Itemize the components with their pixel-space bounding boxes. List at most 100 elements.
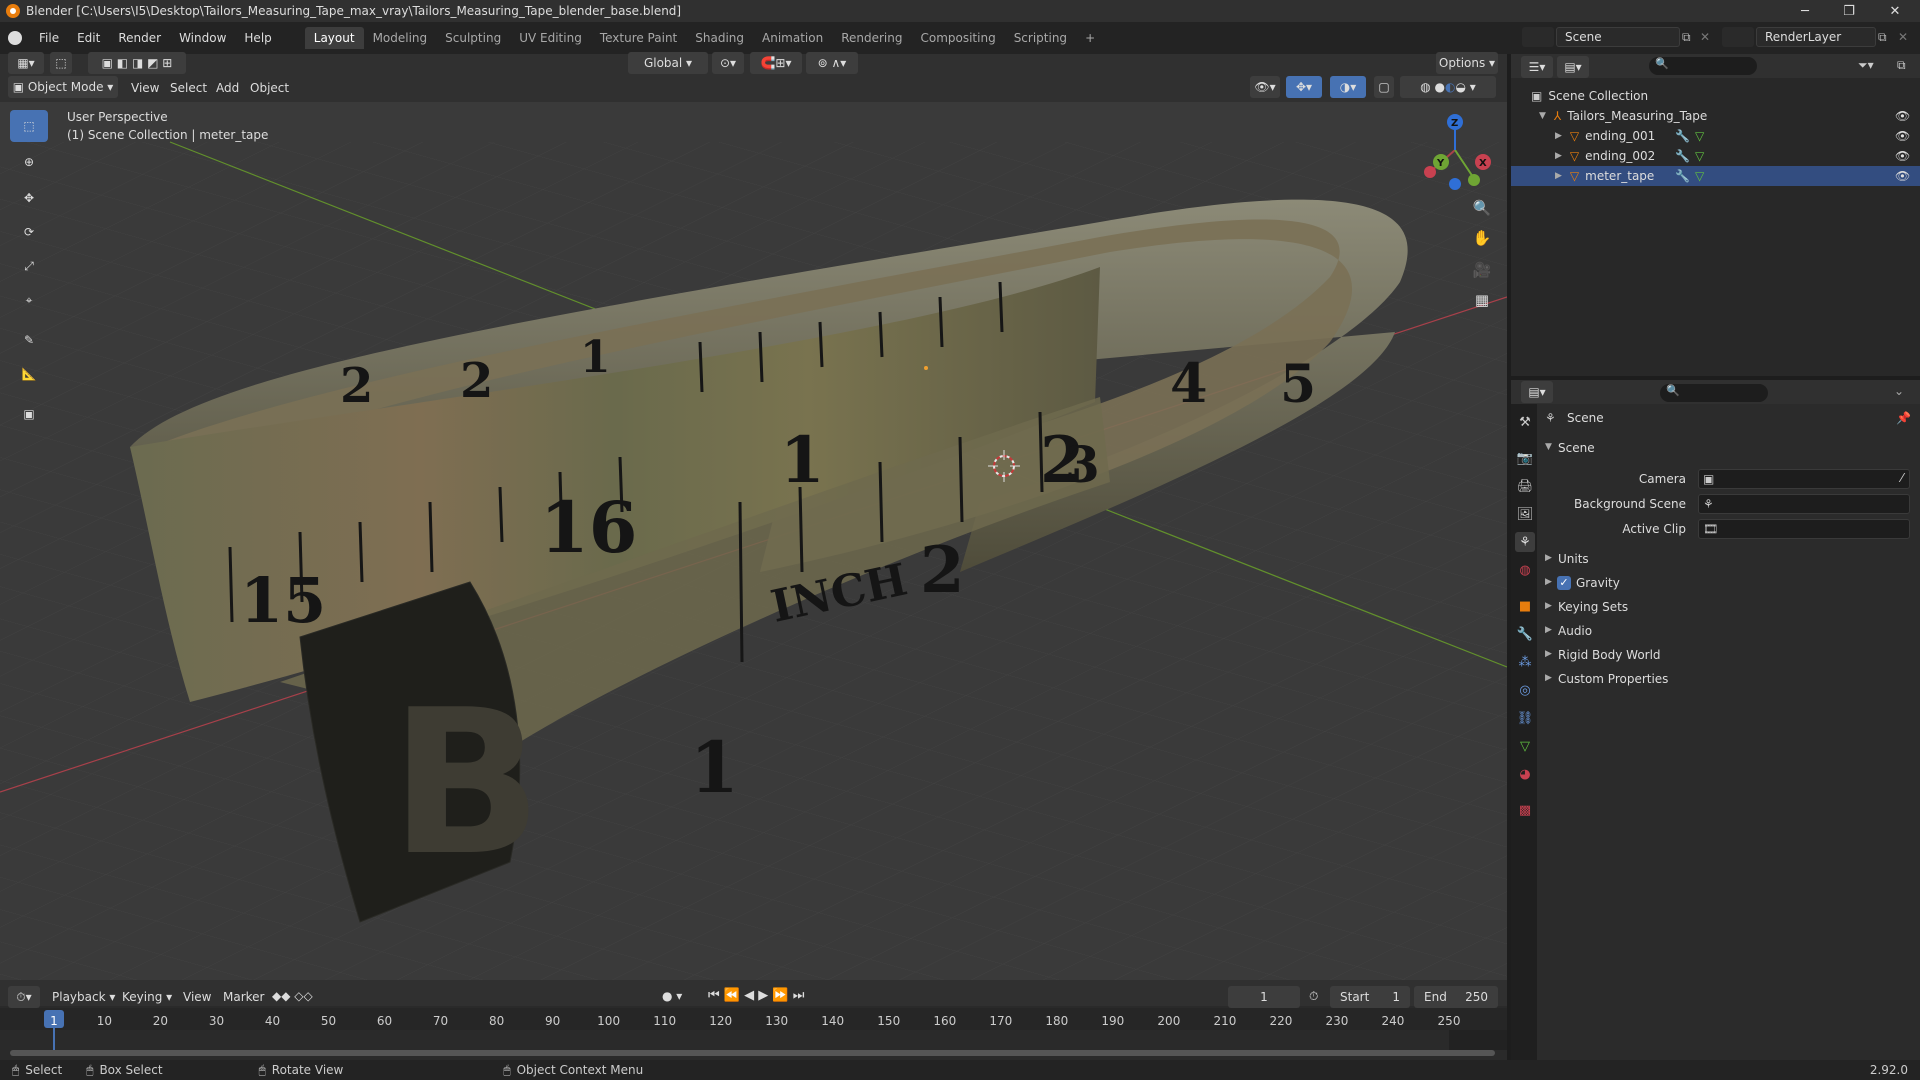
transform-orientation-dropdown[interactable]: Global ▾ [628,52,708,74]
shading-mode-icons[interactable]: ◍ ● ◐ ◒ ▾ [1400,76,1496,98]
overlay-toggle-icon[interactable]: ◑▾ [1330,76,1366,98]
viewlayer-name-field[interactable]: RenderLayer [1756,27,1876,47]
current-frame-field[interactable]: 1 [1228,986,1300,1008]
outliner-row-scene-collection[interactable]: ▣ Scene Collection [1511,86,1920,106]
subpanel-arrow-icon[interactable]: ▶ [1545,601,1552,611]
tab-animation[interactable]: Animation [753,27,832,49]
add-workspace-button[interactable]: + [1076,27,1104,49]
close-button[interactable]: ✕ [1872,0,1918,22]
gravity-subpanel[interactable]: Gravity [1576,576,1620,590]
background-scene-field[interactable]: ⚘ [1698,494,1910,514]
menu-edit[interactable]: Edit [68,27,109,49]
camera-field[interactable]: ▣ ⁄ [1698,469,1910,489]
timeline-menu-playback[interactable]: Playback ▾ [52,990,115,1004]
camera-view-icon[interactable]: 🎥 [1468,256,1496,284]
new-collection-icon[interactable]: ⧉ [1897,58,1906,73]
outliner-row-object[interactable]: ▶ ▽ ending_001 🔧 ▽ 👁 [1511,126,1920,146]
particles-tab-icon[interactable]: ⁂ [1515,652,1535,672]
visibility-eye-icon[interactable]: 👁 [1895,149,1910,163]
ortho-grid-icon[interactable]: ▦ [1468,286,1496,314]
3d-viewport[interactable]: 15 16 1 INCH 1 2 2 3 4 5 2 2 1 B Z X Y U… [0,102,1507,980]
tab-scripting[interactable]: Scripting [1005,27,1076,49]
delete-scene-icon[interactable]: ✕ [1700,30,1710,44]
tab-modeling[interactable]: Modeling [364,27,437,49]
timeline-menu-keying[interactable]: Keying ▾ [122,990,172,1004]
rigid-body-world-subpanel[interactable]: Rigid Body World [1558,648,1661,662]
timeline-scrollbar[interactable] [10,1050,1495,1056]
scene-name-field[interactable]: Scene [1556,27,1680,47]
modifier-wrench-icon[interactable]: 🔧 [1675,149,1690,163]
modifier-tab-icon[interactable]: 🔧 [1515,624,1535,644]
pan-hand-icon[interactable]: ✋ [1468,224,1496,252]
visibility-eye-icon[interactable]: 👁 [1895,169,1910,183]
outliner-search-field[interactable]: 🔍 [1649,57,1757,75]
tool-tab-icon[interactable]: ⚒ [1515,412,1535,432]
mode-dropdown[interactable]: ▣ Object Mode ▾ [8,76,118,98]
menu-file[interactable]: File [30,27,68,49]
pivot-point-icon[interactable]: ⊙▾ [712,52,744,74]
mesh-data-icon[interactable]: ▽ [1695,149,1704,163]
outliner-filter-icon[interactable]: ⏷▾ [1858,58,1874,73]
subpanel-arrow-icon[interactable]: ▶ [1545,577,1552,587]
scene-tab-icon[interactable]: ⚘ [1515,532,1535,552]
measure-tool-icon[interactable]: 📐 [10,358,48,390]
outliner-row-collection[interactable]: ▼ ⅄ Tailors_Measuring_Tape 👁 [1511,106,1920,126]
new-viewlayer-icon[interactable]: ⧉ [1878,30,1887,45]
visibility-eye-icon[interactable]: 👁 [1895,129,1910,143]
minimize-button[interactable]: ─ [1782,0,1828,22]
start-frame-field[interactable]: Start 1 [1330,986,1410,1008]
output-tab-icon[interactable]: 🖨 [1515,476,1535,496]
viewport-menu-object[interactable]: Object [250,81,289,95]
units-subpanel[interactable]: Units [1558,552,1589,566]
audio-subpanel[interactable]: Audio [1558,624,1592,638]
transform-tool-icon[interactable]: ⌖ [10,284,48,316]
viewport-menu-select[interactable]: Select [170,81,207,95]
timeline-menu-view[interactable]: View [183,990,211,1004]
keyframe-icons[interactable]: ◆◆ ◇◇ [272,989,313,1003]
tab-layout[interactable]: Layout [304,27,364,49]
annotate-tool-icon[interactable]: ✎ [10,324,48,356]
editor-type-icon[interactable]: ▦▾ [8,52,44,74]
select-tool-icon[interactable]: ⬚ [50,52,72,74]
outliner-row-object-active[interactable]: ▶ ▽ meter_tape 🔧 ▽ 👁 [1511,166,1920,186]
xray-toggle-icon[interactable]: ▢ [1374,76,1394,98]
subpanel-arrow-icon[interactable]: ▶ [1545,553,1552,563]
menu-render[interactable]: Render [109,27,170,49]
scale-tool-icon[interactable]: ⤢ [10,250,48,282]
tab-rendering[interactable]: Rendering [832,27,911,49]
rotate-tool-icon[interactable]: ⟳ [10,216,48,248]
properties-options-icon[interactable]: ⌄ [1894,384,1904,398]
new-scene-icon[interactable]: ⧉ [1682,30,1691,45]
world-tab-icon[interactable]: ◍ [1515,560,1535,580]
modifier-wrench-icon[interactable]: 🔧 [1675,169,1690,183]
cursor-tool-icon[interactable]: ⊕ [10,146,48,178]
view-layer-tab-icon[interactable]: 🖼 [1515,504,1535,524]
maximize-button[interactable]: ❐ [1826,0,1872,22]
scene-panel-title[interactable]: Scene [1558,441,1595,455]
pin-icon[interactable]: 📌 [1896,411,1911,425]
expand-arrow-icon[interactable]: ▼ [1539,111,1546,121]
custom-properties-subpanel[interactable]: Custom Properties [1558,672,1668,686]
subpanel-arrow-icon[interactable]: ▶ [1545,649,1552,659]
playback-controls-icons[interactable]: ⏮ ⏪ ◀ ▶ ⏩ ⏭ [708,988,804,1003]
object-tab-icon[interactable]: ■ [1515,596,1535,616]
material-tab-icon[interactable]: ◕ [1515,764,1535,784]
tab-texture-paint[interactable]: Texture Paint [591,27,686,49]
zoom-icon[interactable]: 🔍 [1468,194,1496,222]
tab-uv-editing[interactable]: UV Editing [510,27,591,49]
tab-sculpting[interactable]: Sculpting [436,27,510,49]
keying-sets-subpanel[interactable]: Keying Sets [1558,600,1628,614]
timeline-editor-type-icon[interactable]: ⏱▾ [8,986,40,1008]
physics-tab-icon[interactable]: ◎ [1515,680,1535,700]
visibility-eye-icon[interactable]: 👁 [1895,109,1910,123]
mesh-data-icon[interactable]: ▽ [1695,169,1704,183]
blender-menu-icon[interactable] [0,31,30,45]
mesh-data-icon[interactable]: ▽ [1695,129,1704,143]
constraints-tab-icon[interactable]: ⛓ [1515,708,1535,728]
select-box-tool-icon[interactable]: ⬚ [10,110,48,142]
viewport-menu-add[interactable]: Add [216,81,239,95]
gravity-checkbox[interactable]: ✓ [1557,576,1571,590]
viewport-menu-view[interactable]: View [131,81,159,95]
modifier-wrench-icon[interactable]: 🔧 [1675,129,1690,143]
texture-tab-icon[interactable]: ▩ [1515,800,1535,820]
